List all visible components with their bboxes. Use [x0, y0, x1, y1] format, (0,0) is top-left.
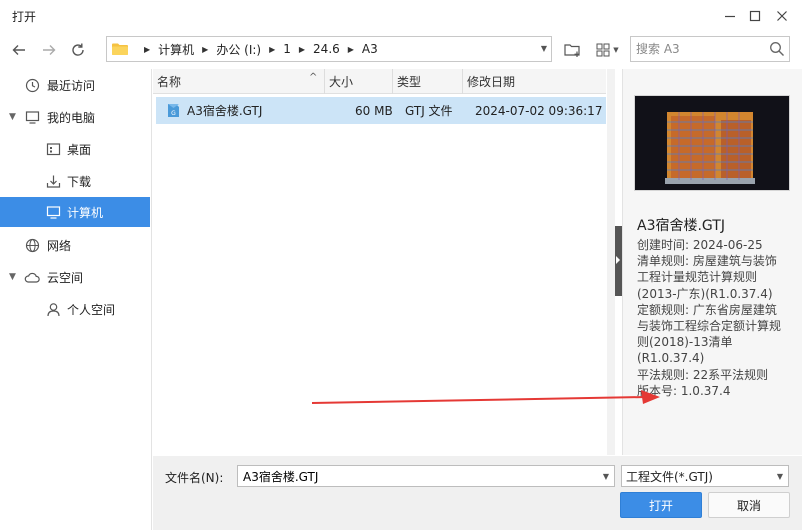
breadcrumb-item-a3[interactable]: A3: [362, 42, 378, 56]
file-type-filter[interactable]: 工程文件(*.GTJ) ▼: [621, 465, 789, 487]
chevron-right-icon: ▶: [269, 44, 276, 54]
preview-detail-created: 创建时间: 2024-06-25: [637, 238, 763, 252]
folder-icon: [112, 43, 128, 55]
breadcrumb-item-1[interactable]: 1: [283, 42, 291, 56]
search-input[interactable]: [636, 38, 766, 60]
back-button[interactable]: [7, 38, 31, 62]
new-folder-icon: [564, 44, 580, 57]
monitor-icon: [45, 204, 61, 220]
forward-button[interactable]: [37, 38, 61, 62]
maximize-icon: [749, 10, 761, 22]
desktop-icon: [45, 141, 61, 157]
search-box[interactable]: [630, 36, 790, 62]
sidebar-item-label: 桌面: [67, 142, 92, 157]
refresh-icon: [72, 43, 84, 56]
chevron-right-icon: ▶: [144, 44, 151, 54]
chevron-right-icon: ▶: [298, 44, 306, 54]
chevron-down-icon: ▼: [613, 46, 619, 54]
breadcrumb-item-24-6[interactable]: 24.6: [313, 42, 340, 56]
file-modified: 2024-07-02 09:36:17: [475, 103, 603, 118]
clock-icon: [24, 77, 40, 93]
sidebar-item-label: 最近访问: [47, 78, 96, 93]
table-row[interactable]: G A3宿舍楼.GTJ 60 MB GTJ 文件 2024-07-02 09:3…: [156, 97, 606, 124]
file-list: 名称 ^ 大小 类型 修改日期 G A3宿舍楼.GTJ 60 MB GTJ 文件…: [153, 69, 606, 455]
address-bar[interactable]: ▶ 计算机 ▶ 办公 (I:) ▶ 1 ▶ 24.6 ▶ A3 ▼: [106, 36, 552, 62]
close-icon: [777, 11, 787, 21]
cancel-button[interactable]: 取消: [708, 492, 790, 518]
view-mode-button[interactable]: ▼: [592, 38, 622, 62]
file-type: GTJ 文件: [405, 104, 453, 118]
column-header-name[interactable]: 名称 ^: [153, 69, 325, 94]
preview-detail-quota-rule: 定额规则: 广东省房屋建筑与装饰工程综合定额计算规则(2018)-13清单(R1…: [637, 302, 782, 366]
file-name: A3宿舍楼.GTJ: [187, 104, 263, 118]
breadcrumb-item-drive[interactable]: 办公 (I:): [216, 41, 261, 58]
search-icon[interactable]: [769, 41, 785, 57]
sidebar-item-desktop[interactable]: 桌面: [0, 134, 150, 164]
minimize-icon: [725, 15, 735, 18]
chevron-down-icon: ▼: [776, 472, 783, 481]
sidebar-item-cloud[interactable]: ▼ 云空间: [0, 262, 150, 292]
preview-detail-list-rule: 清单规则: 房屋建筑与装饰工程计量规范计算规则(2013-广东)(R1.0.37…: [637, 254, 777, 301]
cloud-icon: [24, 269, 40, 285]
chevron-down-icon[interactable]: ▼: [603, 472, 609, 481]
chevron-down-icon[interactable]: ▼: [541, 44, 547, 53]
filename-label: 文件名(N):: [165, 471, 224, 485]
breadcrumb: ▶ 计算机 ▶ 办公 (I:) ▶ 1 ▶ 24.6 ▶ A3: [136, 41, 378, 58]
sidebar-item-label: 云空间: [47, 270, 84, 285]
filename-input[interactable]: [238, 466, 588, 486]
sidebar-item-recent[interactable]: 最近访问: [0, 70, 150, 100]
column-header-size[interactable]: 大小: [325, 69, 393, 94]
sidebar-item-label: 我的电脑: [47, 110, 96, 125]
refresh-button[interactable]: [66, 38, 90, 62]
preview-detail-version: 版本号: 1.0.37.4: [637, 383, 731, 398]
minimize-button[interactable]: [718, 4, 742, 28]
download-icon: [45, 173, 61, 189]
sidebar-item-label: 网络: [47, 238, 72, 253]
navigation-bar: ▶ 计算机 ▶ 办公 (I:) ▶ 1 ▶ 24.6 ▶ A3 ▼ ▼: [0, 32, 802, 68]
file-size: 60 MB: [355, 103, 393, 118]
title-bar: 打开: [0, 0, 802, 32]
preview-pane: A3宿舍楼.GTJ 创建时间: 2024-06-25 清单规则: 房屋建筑与装饰…: [622, 69, 802, 455]
column-header-modified[interactable]: 修改日期: [463, 69, 606, 94]
open-button[interactable]: 打开: [620, 492, 702, 518]
sidebar: 最近访问 ▼ 我的电脑 桌面 下载 计算机 网络 ▼ 云空间 个人空间: [0, 69, 152, 530]
arrow-right-icon: [43, 45, 56, 55]
preview-details: 创建时间: 2024-06-25 清单规则: 房屋建筑与装饰工程计量规范计算规则…: [637, 237, 787, 399]
arrow-left-icon: [12, 45, 25, 55]
chevron-right-icon: ▶: [202, 44, 209, 54]
file-type-filter-value: 工程文件(*.GTJ): [626, 469, 713, 484]
preview-file-name: A3宿舍楼.GTJ: [637, 218, 725, 234]
preview-toggle-handle[interactable]: [615, 226, 622, 296]
filename-combobox[interactable]: ▼: [237, 465, 615, 487]
close-button[interactable]: [770, 4, 794, 28]
chevron-right-icon: ▶: [347, 44, 354, 54]
building-thumbnail: [634, 95, 790, 191]
breadcrumb-item-computer[interactable]: 计算机: [158, 41, 194, 58]
globe-icon: [24, 237, 40, 253]
sort-ascending-icon: ^: [309, 72, 318, 83]
sidebar-item-network[interactable]: 网络: [0, 230, 150, 260]
sidebar-item-downloads[interactable]: 下载: [0, 166, 150, 196]
person-icon: [45, 301, 61, 317]
grid-view-icon: [596, 43, 610, 57]
gtj-file-icon: G: [165, 102, 182, 122]
svg-text:G: G: [171, 110, 176, 117]
sidebar-item-my-computer[interactable]: ▼ 我的电脑: [0, 102, 150, 132]
sidebar-item-label: 下载: [67, 174, 92, 189]
new-folder-button[interactable]: [562, 38, 584, 62]
sidebar-item-personal-space[interactable]: 个人空间: [0, 294, 150, 324]
chevron-down-icon[interactable]: ▼: [9, 112, 16, 122]
chevron-down-icon[interactable]: ▼: [9, 272, 16, 282]
sidebar-item-label: 计算机: [67, 205, 104, 220]
monitor-icon: [24, 109, 40, 125]
preview-detail-pingfa-rule: 平法规则: 22系平法规则: [637, 367, 769, 382]
window-title: 打开: [12, 10, 37, 24]
file-list-scrollbar[interactable]: [607, 69, 615, 455]
sidebar-item-computer[interactable]: 计算机: [0, 197, 150, 227]
column-header-type[interactable]: 类型: [393, 69, 463, 94]
maximize-button[interactable]: [743, 4, 767, 28]
column-headers: 名称 ^ 大小 类型 修改日期: [153, 69, 606, 94]
file-dialog-footer: 文件名(N): ▼ 工程文件(*.GTJ) ▼ 打开 取消: [153, 456, 802, 530]
sidebar-item-label: 个人空间: [67, 302, 116, 317]
